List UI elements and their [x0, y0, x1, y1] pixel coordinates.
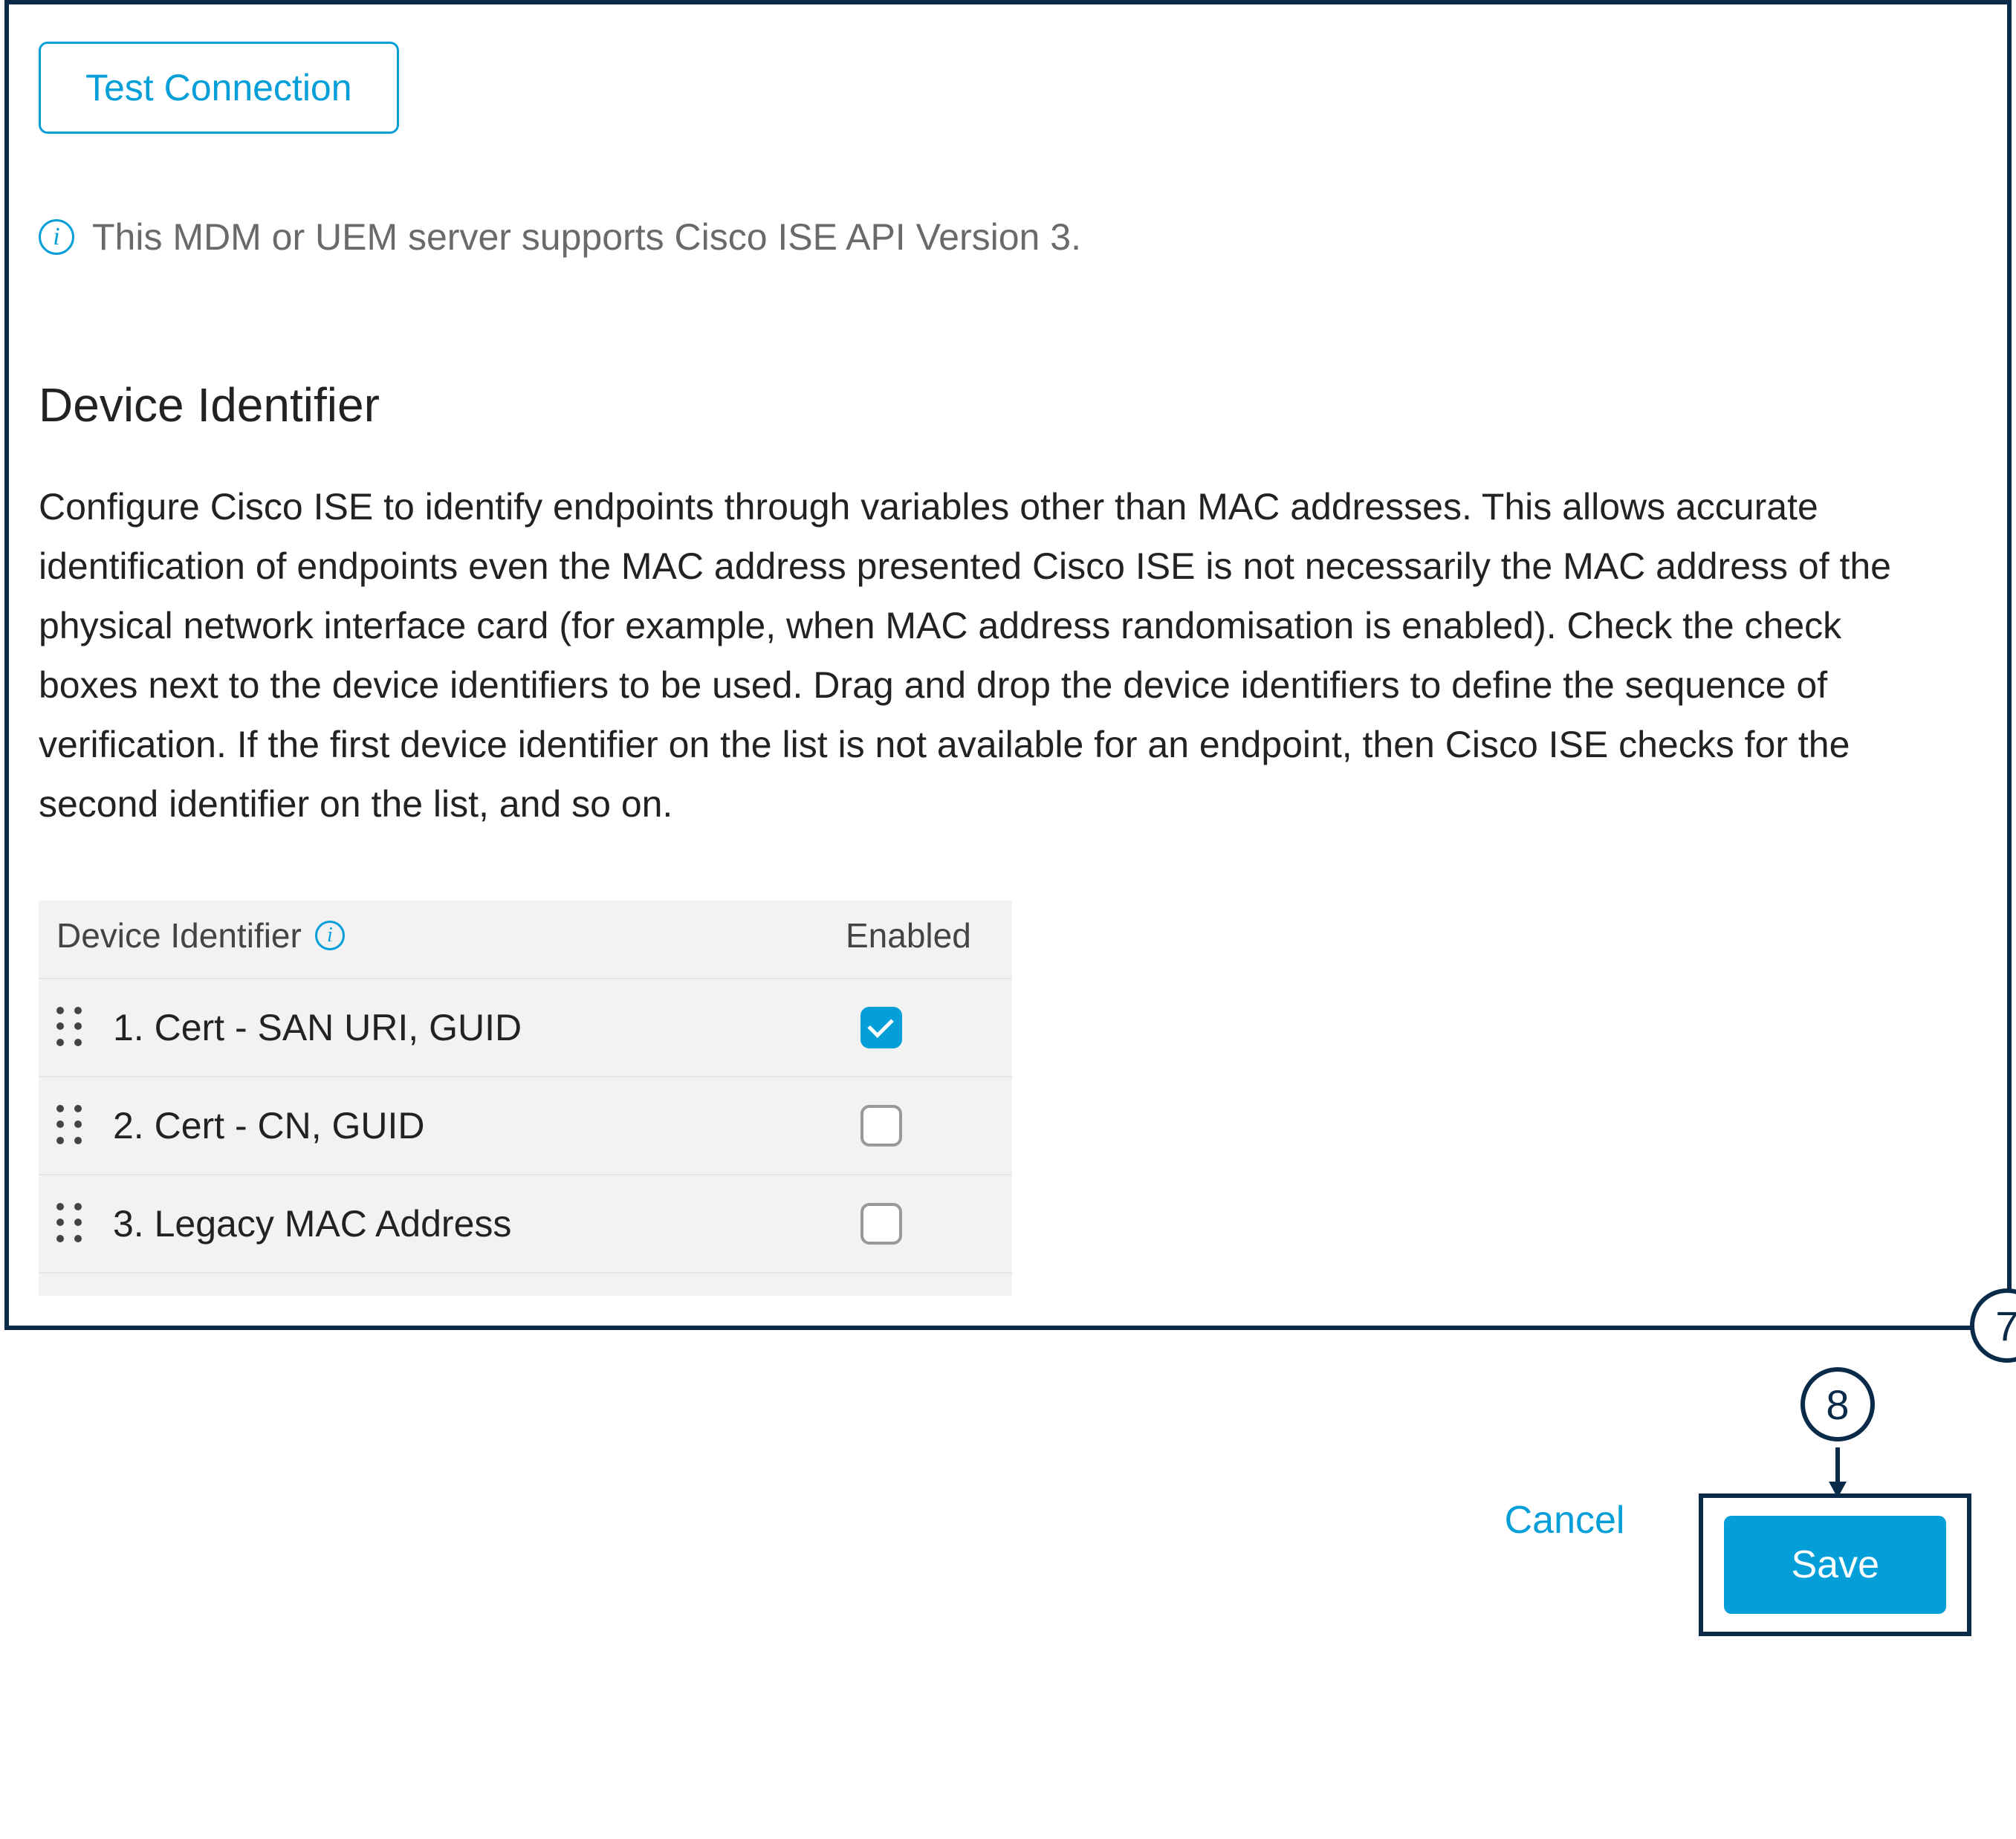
header-label: Device Identifier [56, 915, 302, 956]
annotation-step-8: 8 [1801, 1367, 1875, 1441]
annotation-step-8-group: 8 [1801, 1367, 1875, 1499]
info-icon[interactable]: i [315, 921, 345, 950]
cancel-button[interactable]: Cancel [1505, 1498, 1625, 1543]
device-identifier-table: Device Identifier i Enabled 1. Cert - SA… [39, 901, 1012, 1296]
row-label: 2. Cert - CN, GUID [113, 1104, 846, 1147]
enabled-checkbox[interactable] [860, 1203, 902, 1245]
header-enabled: Enabled [846, 915, 994, 956]
table-row: 2. Cert - CN, GUID [39, 1077, 1012, 1175]
info-text: This MDM or UEM server supports Cisco IS… [92, 215, 1081, 259]
row-label: 3. Legacy MAC Address [113, 1202, 846, 1245]
config-panel: Test Connection i This MDM or UEM server… [4, 0, 2012, 1330]
table-header: Device Identifier i Enabled [39, 901, 1012, 979]
drag-handle-icon[interactable] [56, 1203, 86, 1245]
table-row: 3. Legacy MAC Address [39, 1175, 1012, 1274]
enabled-checkbox[interactable] [860, 1105, 902, 1146]
save-button[interactable]: Save [1724, 1516, 1946, 1614]
section-description: Configure Cisco ISE to identify endpoint… [39, 477, 1941, 834]
footer: 8 Cancel Save [0, 1375, 2016, 1681]
annotation-step-7: 7 [1970, 1288, 2016, 1363]
test-connection-button[interactable]: Test Connection [39, 42, 399, 134]
arrow-down-icon [1827, 1447, 1849, 1499]
enabled-checkbox[interactable] [860, 1007, 902, 1048]
drag-handle-icon[interactable] [56, 1007, 86, 1048]
row-label: 1. Cert - SAN URI, GUID [113, 1006, 846, 1049]
drag-handle-icon[interactable] [56, 1105, 86, 1146]
save-button-highlight: Save [1699, 1493, 1971, 1636]
info-message: i This MDM or UEM server supports Cisco … [39, 215, 1977, 259]
section-title: Device Identifier [39, 377, 1977, 432]
info-icon: i [39, 219, 74, 255]
table-row: 1. Cert - SAN URI, GUID [39, 979, 1012, 1077]
